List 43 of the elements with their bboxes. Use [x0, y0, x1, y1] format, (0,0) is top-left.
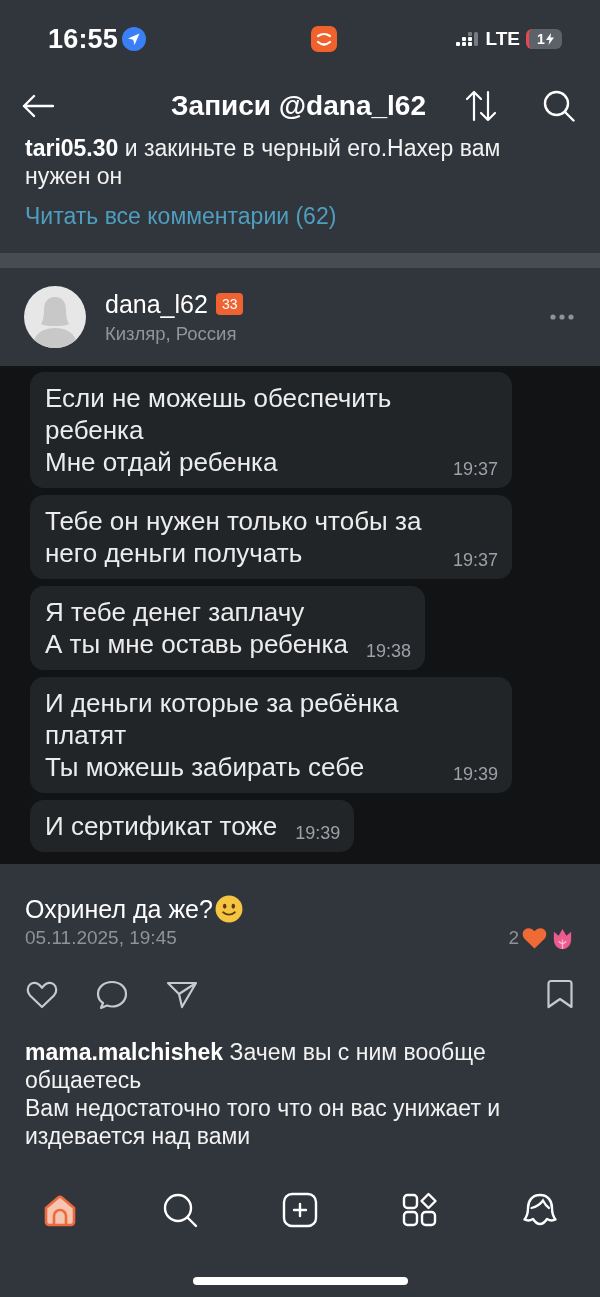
message-text: Если не можешь обеспечить ребенка Мне отдай ребенка — [45, 382, 393, 478]
comment-text: mama.malchishek Зачем вы с ним вообще общаетесь Вам недостаточно того что он вас унижает и издевается над вами — [25, 1038, 502, 1150]
message-time: 19:37 — [453, 550, 499, 570]
search-icon[interactable] — [543, 90, 575, 122]
speech-bubble-icon[interactable] — [95, 978, 129, 1010]
app-logo-icon — [311, 26, 337, 52]
post-date: 05.11.2025, 19:45 — [25, 926, 177, 950]
message-text: Я тебе денег заплачу А ты мне оставь ребенка — [45, 596, 348, 660]
signal-icon — [455, 31, 480, 47]
status-time: 16:55 — [48, 23, 119, 55]
network-label: LTE — [485, 28, 520, 50]
sort-arrows-icon[interactable] — [465, 90, 497, 122]
avatar[interactable] — [24, 286, 86, 348]
back-arrow-icon[interactable] — [22, 94, 54, 118]
message-text: И сертификат тоже — [45, 810, 278, 842]
author-location: Кизляр, Россия — [105, 323, 238, 345]
search-tab[interactable] — [162, 1192, 198, 1228]
battery-percent: 1 — [537, 31, 545, 47]
message-time: 19:38 — [365, 641, 411, 661]
message-text: Тебе он нужен только чтобы за него деньги получать — [45, 505, 423, 569]
grid-icon — [402, 1192, 438, 1228]
author-name[interactable]: dana_l62 — [105, 289, 208, 319]
level-badge: 33 — [215, 293, 244, 315]
heart-reaction-icon[interactable] — [522, 926, 547, 950]
read-all-comments-link[interactable]: Читать все комментарии (62) — [25, 202, 337, 230]
message-time: 19:39 — [295, 823, 341, 843]
search-icon — [162, 1192, 198, 1228]
message-time: 19:37 — [453, 459, 499, 479]
bookmark-icon[interactable] — [545, 978, 575, 1010]
caption-text: Охринел да же? — [25, 894, 213, 924]
reaction-count: 2 — [508, 927, 519, 949]
smiley-emoji-icon — [214, 895, 243, 923]
charging-bolt-icon — [545, 33, 554, 45]
create-tab[interactable] — [282, 1192, 318, 1228]
message-time: 19:39 — [453, 764, 499, 784]
more-dots-icon[interactable] — [550, 314, 574, 320]
page-title: Записи @dana_l62 — [171, 90, 426, 122]
profile-tab[interactable] — [522, 1192, 558, 1228]
catalog-tab[interactable] — [402, 1192, 438, 1228]
message-text: И деньги которые за ребёнка платят Ты можешь забирать себе — [45, 687, 400, 783]
person-icon — [522, 1192, 558, 1228]
plus-square-icon — [282, 1192, 318, 1228]
comment-text: tari05.30 и закиньте в черный его.Нахер вам нужен он — [25, 134, 502, 190]
